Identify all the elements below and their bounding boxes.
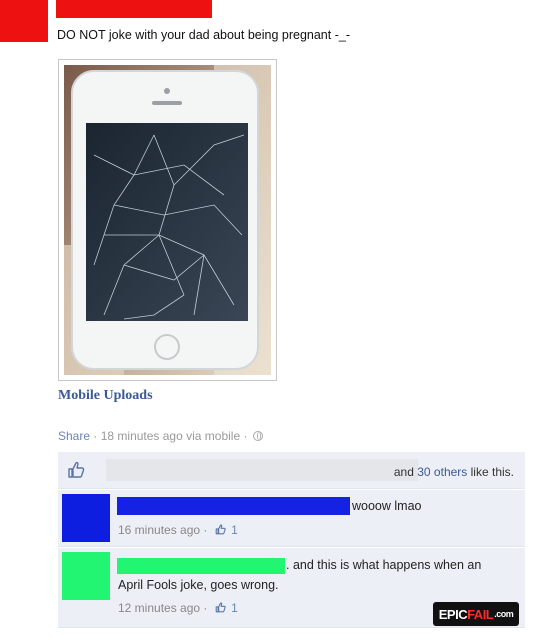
author-name-redacted[interactable] [56, 0, 212, 18]
thumbs-up-icon[interactable] [215, 602, 226, 613]
meta-separator: · [203, 523, 208, 537]
comment-timestamp[interactable]: 12 minutes ago [118, 601, 200, 615]
share-link[interactable]: Share [58, 429, 90, 443]
post-photo[interactable] [58, 59, 277, 381]
post-meta: Share · 18 minutes ago via mobile · [58, 429, 263, 443]
watermark-epic: EPIC [438, 606, 468, 622]
cracked-phone-image [64, 65, 271, 375]
thumbs-up-icon[interactable] [67, 461, 85, 479]
like-prefix: and [393, 465, 414, 479]
post-timestamp[interactable]: 18 minutes ago via mobile [101, 429, 240, 443]
comment-meta: 16 minutes ago · 1 [118, 523, 238, 537]
author-avatar-redacted[interactable] [0, 0, 48, 42]
likers-names-redacted[interactable] [106, 459, 418, 481]
watermark-com: .com [494, 609, 514, 619]
meta-separator: · [243, 429, 248, 443]
comment-like-count[interactable]: 1 [231, 523, 238, 537]
comment-text: wooow lmao [352, 499, 422, 513]
status-text: DO NOT joke with your dad about being pr… [57, 28, 350, 42]
like-summary-bar: and 30 others like this. [58, 452, 525, 489]
watermark-fail: FAIL [467, 606, 494, 622]
commenter-name-redacted[interactable] [117, 558, 285, 574]
commenter-avatar-redacted[interactable] [62, 552, 110, 600]
comment-timestamp[interactable]: 16 minutes ago [118, 523, 200, 537]
comment-item: wooow lmao 16 minutes ago · 1 [58, 490, 525, 547]
globe-icon[interactable] [252, 431, 263, 441]
thumbs-up-icon[interactable] [215, 524, 226, 535]
album-link-mobile-uploads[interactable]: Mobile Uploads [58, 388, 153, 404]
commenter-avatar-redacted[interactable] [62, 494, 110, 542]
comment-meta: 12 minutes ago · 1 [118, 601, 238, 615]
comment-like-count[interactable]: 1 [231, 601, 238, 615]
others-link[interactable]: 30 others [417, 465, 467, 479]
comment-text-line1: . and this is what happens when an [286, 558, 482, 572]
epicfail-watermark: EPIC FAIL .com [433, 602, 519, 626]
meta-separator: · [93, 429, 98, 443]
comment-text-line2: April Fools joke, goes wrong. [118, 578, 279, 592]
meta-separator: · [203, 601, 208, 615]
like-suffix: like this. [470, 465, 514, 479]
commenter-name-redacted[interactable] [117, 497, 350, 515]
like-summary-text: and 30 others like this. [394, 465, 514, 479]
